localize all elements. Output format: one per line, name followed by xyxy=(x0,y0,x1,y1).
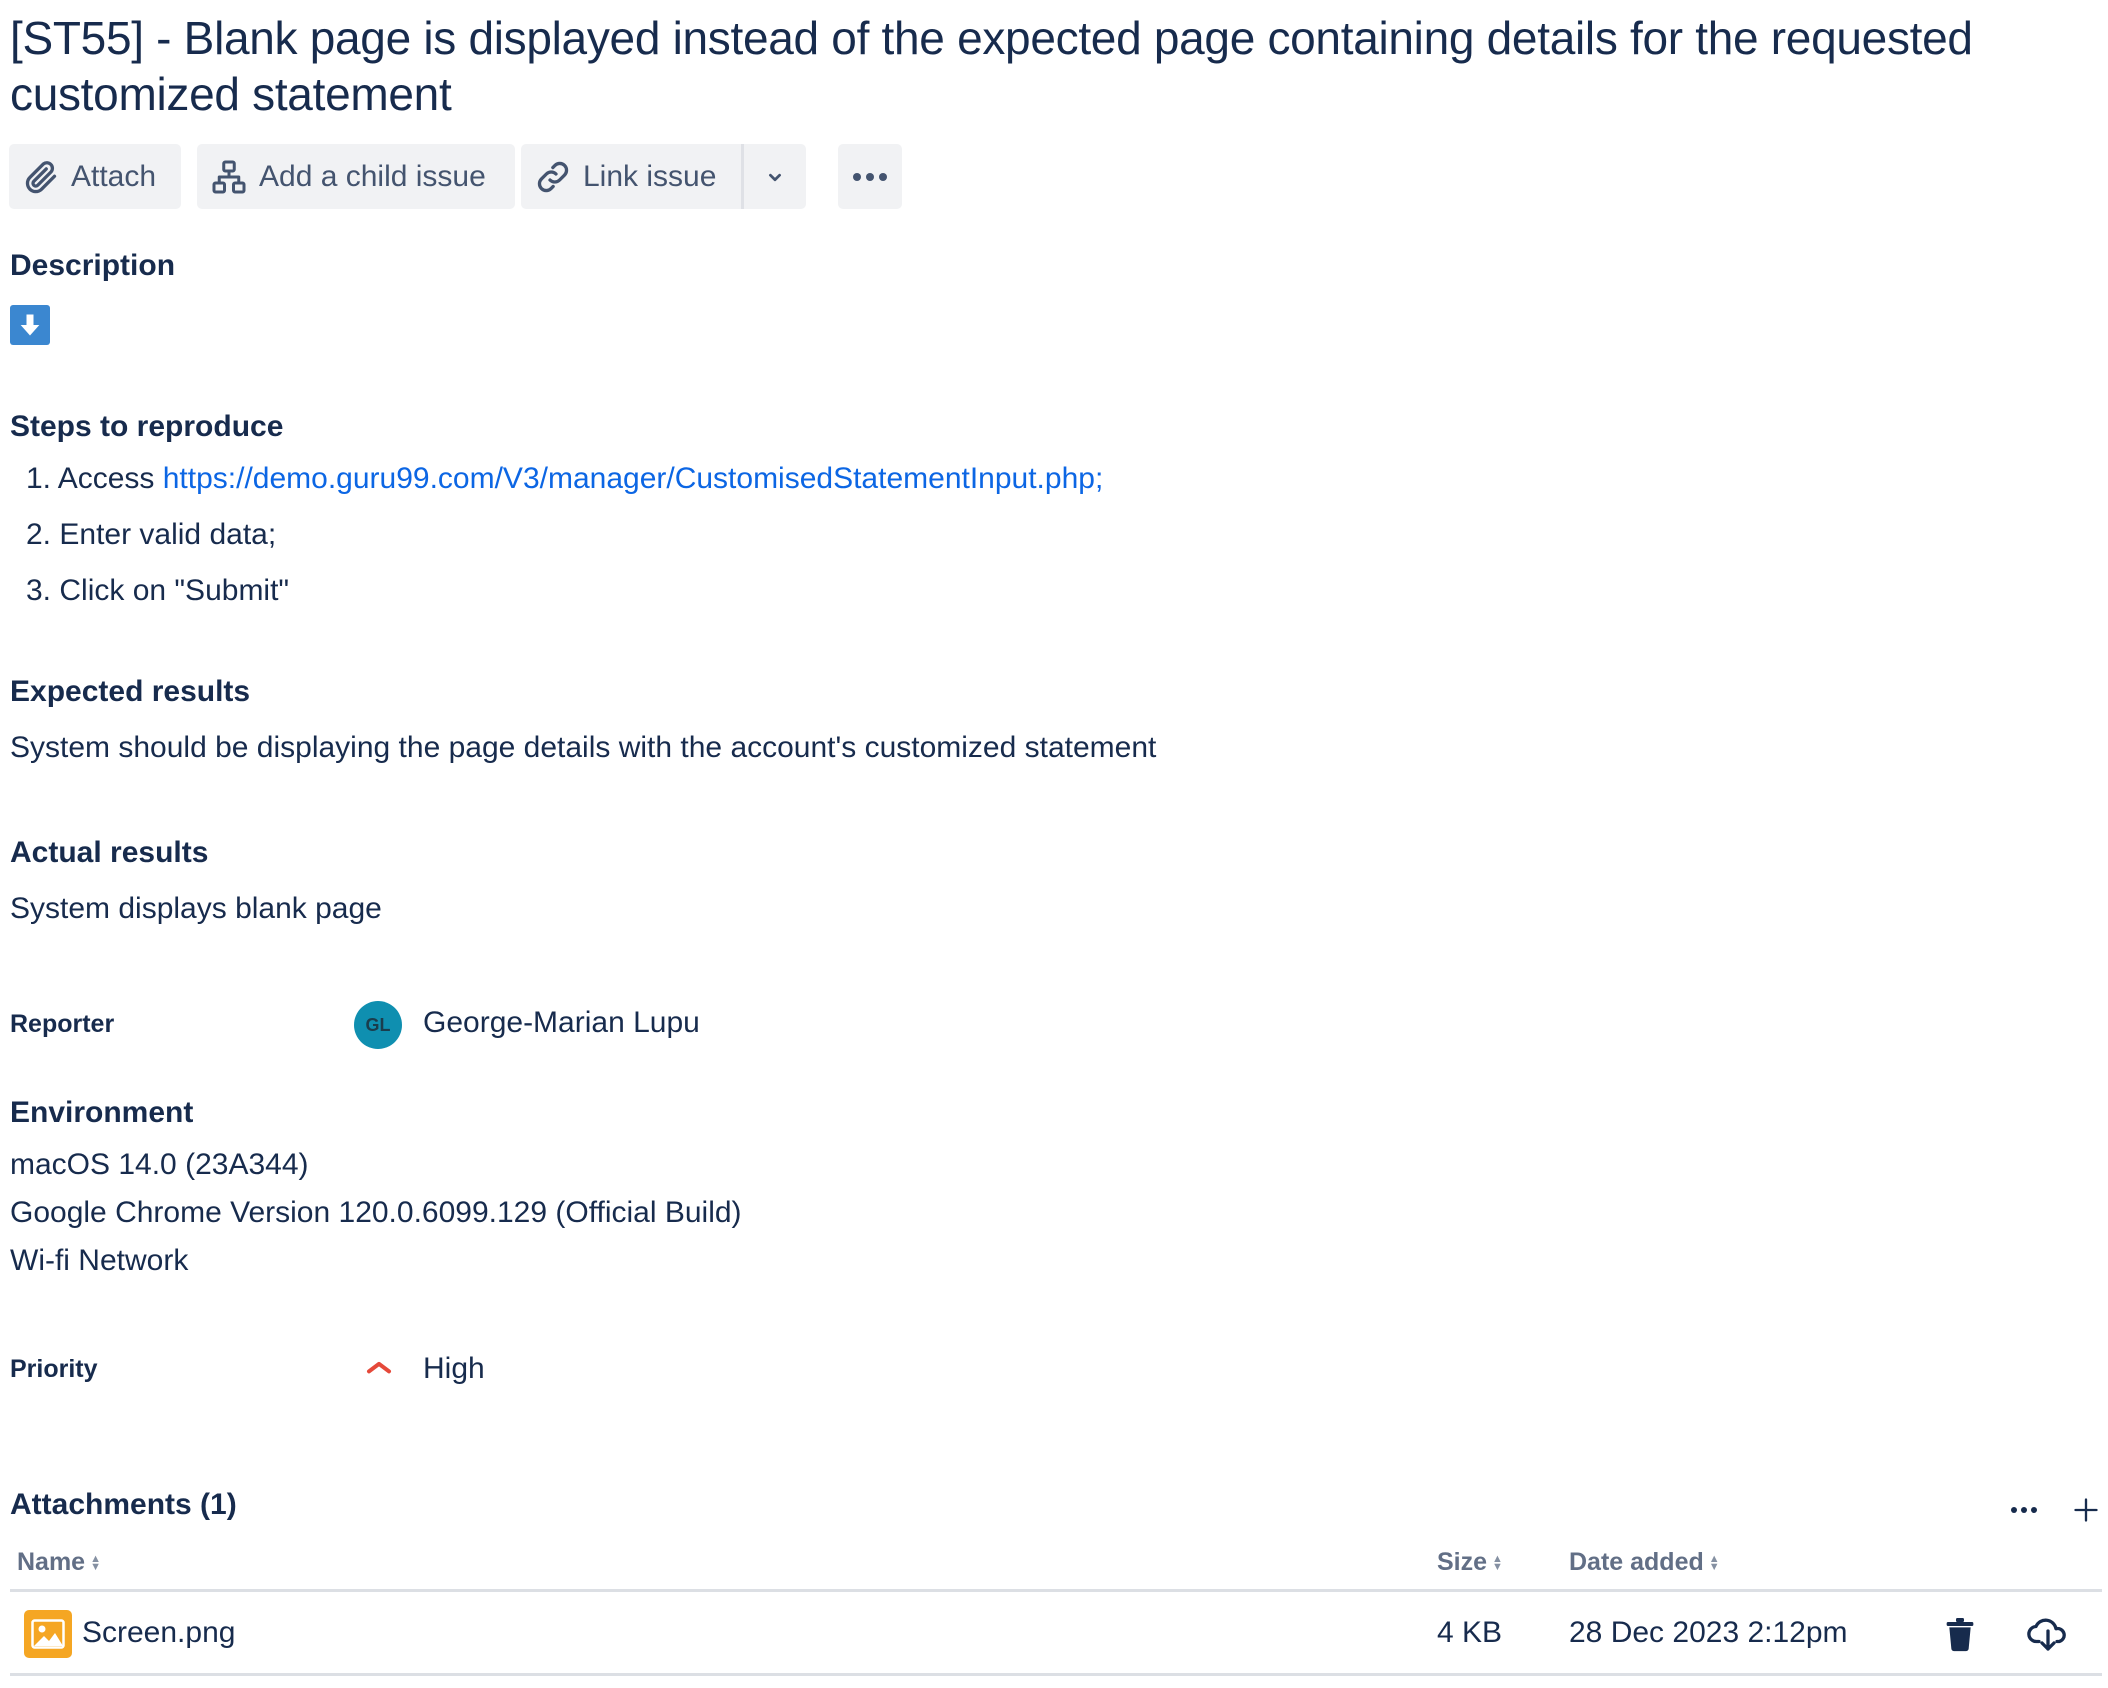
link-issue-dropdown-button[interactable] xyxy=(744,144,806,209)
delete-attachment-button[interactable] xyxy=(1938,1612,1982,1656)
attachment-size: 4 KB xyxy=(1437,1616,1503,1649)
step-item-1: 1. Access https://demo.guru99.com/V3/man… xyxy=(26,462,1103,496)
environment-line: Wi-fi Network xyxy=(10,1244,189,1277)
image-file-icon xyxy=(24,1610,72,1658)
table-header-divider xyxy=(10,1589,2102,1592)
table-row[interactable]: Screen.png 4 KB 28 Dec 2023 2:12pm xyxy=(10,1596,2102,1673)
step-text: Enter valid data; xyxy=(59,518,277,551)
sort-icon: ▲ ▼ xyxy=(1492,1552,1503,1573)
environment-line: Google Chrome Version 120.0.6099.129 (Of… xyxy=(10,1196,742,1229)
reporter-label: Reporter xyxy=(10,1010,115,1038)
actual-results-heading: Actual results xyxy=(10,836,209,869)
child-issue-icon xyxy=(212,160,246,193)
avatar[interactable]: GL xyxy=(354,1001,402,1049)
attachments-heading: Attachments (1) xyxy=(10,1488,237,1521)
reporter-name[interactable]: George-Marian Lupu xyxy=(423,1006,700,1040)
priority-value[interactable]: High xyxy=(423,1352,485,1386)
environment-heading: Environment xyxy=(10,1096,194,1129)
column-header-date[interactable]: Date added ▲ ▼ xyxy=(1569,1548,1720,1577)
priority-label: Priority xyxy=(10,1355,98,1383)
table-row-divider xyxy=(10,1673,2102,1676)
attach-button[interactable]: Attach xyxy=(9,144,181,209)
step-number: 3. xyxy=(26,574,52,607)
step-text: Access xyxy=(57,462,163,495)
attachment-name[interactable]: Screen.png xyxy=(82,1616,235,1650)
priority-high-icon xyxy=(364,1352,394,1387)
add-attachment-button[interactable] xyxy=(2066,1490,2106,1530)
column-header-name[interactable]: Name ▲ ▼ xyxy=(17,1548,101,1577)
attachments-more-button[interactable] xyxy=(2004,1490,2044,1530)
description-heading: Description xyxy=(10,249,176,282)
step-text: Click on "Submit" xyxy=(59,574,290,607)
column-header-label: Date added xyxy=(1569,1548,1704,1576)
more-horizontal-icon xyxy=(853,172,887,181)
steps-heading: Steps to reproduce xyxy=(10,410,284,443)
chevron-down-icon xyxy=(769,173,781,181)
column-header-size[interactable]: Size ▲ ▼ xyxy=(1437,1548,1503,1577)
sort-icon: ▲ ▼ xyxy=(90,1552,101,1573)
issue-title[interactable]: [ST55] - Blank page is displayed instead… xyxy=(10,10,2070,122)
cloud-download-icon xyxy=(2027,1618,2066,1651)
guru99-link[interactable]: https://demo.guru99.com/V3/manager/Custo… xyxy=(163,462,1104,495)
column-header-label: Size xyxy=(1437,1548,1488,1576)
environment-line: macOS 14.0 (23A344) xyxy=(10,1148,309,1181)
arrow-down-icon xyxy=(20,314,40,336)
add-child-issue-label: Add a child issue xyxy=(259,159,486,193)
add-child-issue-button[interactable]: Add a child issue xyxy=(197,144,515,209)
link-issue-button[interactable]: Link issue xyxy=(521,144,741,209)
link-icon xyxy=(537,161,569,192)
column-header-label: Name xyxy=(17,1548,86,1576)
sort-icon: ▲ ▼ xyxy=(1708,1552,1720,1573)
expected-results-heading: Expected results xyxy=(10,675,251,708)
expand-collapse-button[interactable] xyxy=(10,305,50,345)
actual-results-text: System displays blank page xyxy=(10,892,382,925)
more-horizontal-icon xyxy=(2011,1507,2037,1513)
step-item-3: 3. Click on "Submit" xyxy=(26,574,289,608)
step-item-2: 2. Enter valid data; xyxy=(26,518,276,552)
link-issue-label: Link issue xyxy=(583,159,717,193)
more-actions-button[interactable] xyxy=(838,144,902,209)
paperclip-icon xyxy=(25,160,57,193)
expected-results-text: System should be displaying the page det… xyxy=(10,731,1157,764)
step-number: 1. xyxy=(26,462,52,495)
attachment-date: 28 Dec 2023 2:12pm xyxy=(1569,1616,1848,1649)
attach-label: Attach xyxy=(71,159,157,193)
download-attachment-button[interactable] xyxy=(2024,1612,2072,1656)
trash-icon xyxy=(1946,1618,1974,1652)
step-number: 2. xyxy=(26,518,52,551)
plus-icon xyxy=(2074,1498,2098,1522)
